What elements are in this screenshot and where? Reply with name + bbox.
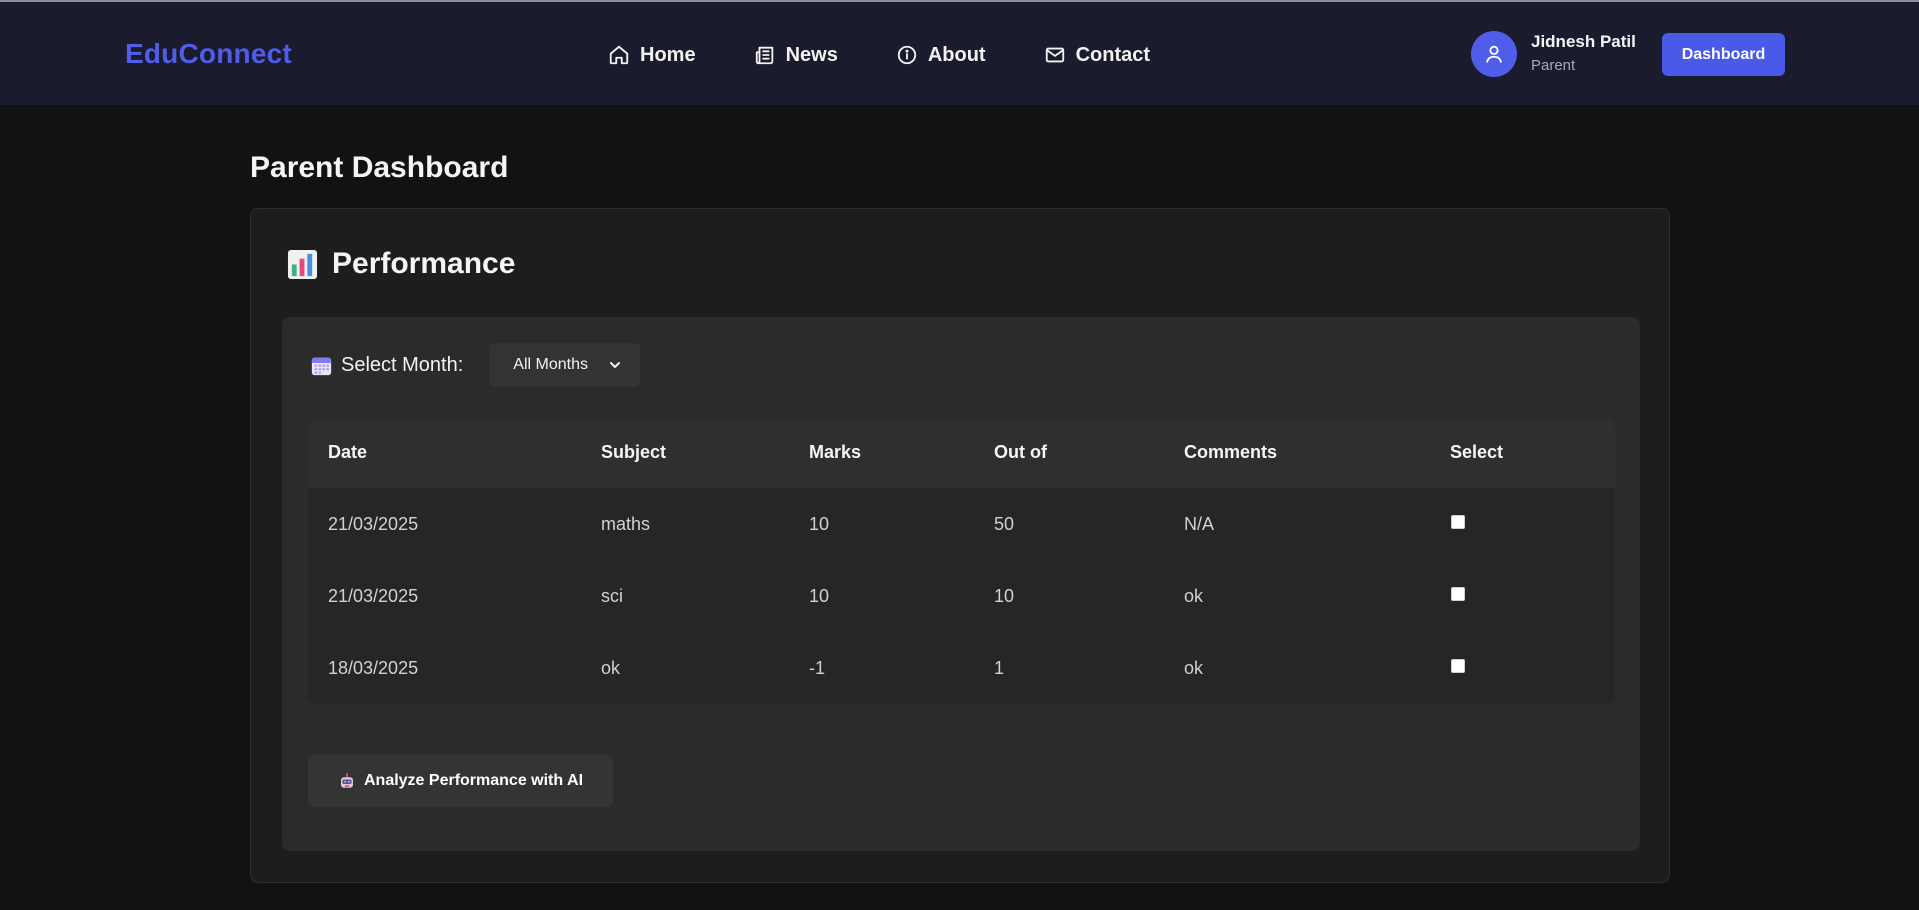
cell-marks: -1 <box>809 658 826 678</box>
cell-date: 18/03/2025 <box>328 658 419 678</box>
top-navbar: EduConnect Home News About Contact Jidne… <box>0 2 1919 105</box>
user-profile[interactable]: Jidnesh Patil Parent <box>1471 31 1636 77</box>
nav-label: About <box>927 43 986 66</box>
avatar <box>1471 31 1517 77</box>
nav-item-home[interactable]: Home <box>608 44 696 67</box>
section-title-text: Performance <box>332 247 516 280</box>
dashboard-button[interactable]: Dashboard <box>1662 33 1785 76</box>
nav-label: News <box>785 43 838 66</box>
nav-item-about[interactable]: About <box>896 44 986 67</box>
robot-icon <box>340 773 353 788</box>
cell-comments: N/A <box>1184 514 1215 534</box>
table-row: 21/03/2025 sci 10 10 ok <box>308 560 1615 632</box>
column-header-out-of: Out of <box>994 442 1047 462</box>
cell-out-of: 50 <box>994 514 1015 534</box>
chevron-down-icon <box>610 362 621 368</box>
info-icon <box>897 45 916 65</box>
cell-out-of: 1 <box>994 658 1005 678</box>
newspaper-icon <box>755 46 773 65</box>
user-name: Jidnesh Patil <box>1531 32 1636 51</box>
cell-subject: ok <box>601 658 621 678</box>
nav-label: Contact <box>1075 43 1151 66</box>
cell-comments: ok <box>1184 586 1204 606</box>
cell-subject: sci <box>601 586 623 606</box>
row-select-checkbox[interactable] <box>1451 515 1465 529</box>
row-select-checkbox[interactable] <box>1451 659 1465 673</box>
column-header-comments: Comments <box>1184 442 1278 462</box>
cell-date: 21/03/2025 <box>328 586 419 606</box>
month-select-value: All Months <box>513 356 588 373</box>
nav-item-news[interactable]: News <box>754 44 838 67</box>
site-logo[interactable]: EduConnect <box>125 38 292 70</box>
bar-chart-icon <box>287 249 318 279</box>
nav-item-contact[interactable]: Contact <box>1044 44 1150 67</box>
user-text: Jidnesh Patil Parent <box>1531 31 1636 77</box>
nav-label: Home <box>640 43 696 66</box>
performance-table: Date Subject Marks Out of Comments Selec… <box>308 418 1615 704</box>
column-header-subject: Subject <box>601 442 667 462</box>
column-header-select: Select <box>1450 442 1504 462</box>
month-filter: Select Month: All Months <box>311 343 641 387</box>
mail-icon <box>1045 47 1064 63</box>
cell-out-of: 10 <box>994 586 1015 606</box>
month-select[interactable]: All Months <box>489 343 641 387</box>
column-header-marks: Marks <box>809 442 862 462</box>
calendar-icon <box>311 357 332 375</box>
performance-panel: Select Month: All Months Date Subject Ma… <box>282 317 1640 851</box>
cell-marks: 10 <box>809 586 830 606</box>
table-row: 18/03/2025 ok -1 1 ok <box>308 632 1615 704</box>
user-role: Parent <box>1531 57 1576 74</box>
user-icon <box>1486 45 1502 63</box>
cell-date: 21/03/2025 <box>328 514 419 534</box>
table-header: Date Subject Marks Out of Comments Selec… <box>308 418 1615 488</box>
row-select-checkbox[interactable] <box>1451 587 1465 601</box>
main-nav: Home News About Contact <box>608 40 1150 70</box>
cell-subject: maths <box>601 514 651 534</box>
analyze-performance-button[interactable]: Analyze Performance with AI <box>308 755 613 807</box>
performance-heading: Performance <box>287 247 515 281</box>
analyze-performance-label: Analyze Performance with AI <box>363 772 584 789</box>
column-header-date: Date <box>328 442 368 462</box>
page-title: Parent Dashboard <box>250 151 509 184</box>
home-icon <box>609 45 629 65</box>
cell-marks: 10 <box>809 514 830 534</box>
cell-comments: ok <box>1184 658 1204 678</box>
table-row: 21/03/2025 maths 10 50 N/A <box>308 488 1615 560</box>
performance-card: Performance Select Month: All Months Dat… <box>250 208 1670 883</box>
month-label: Select Month: <box>341 353 464 376</box>
